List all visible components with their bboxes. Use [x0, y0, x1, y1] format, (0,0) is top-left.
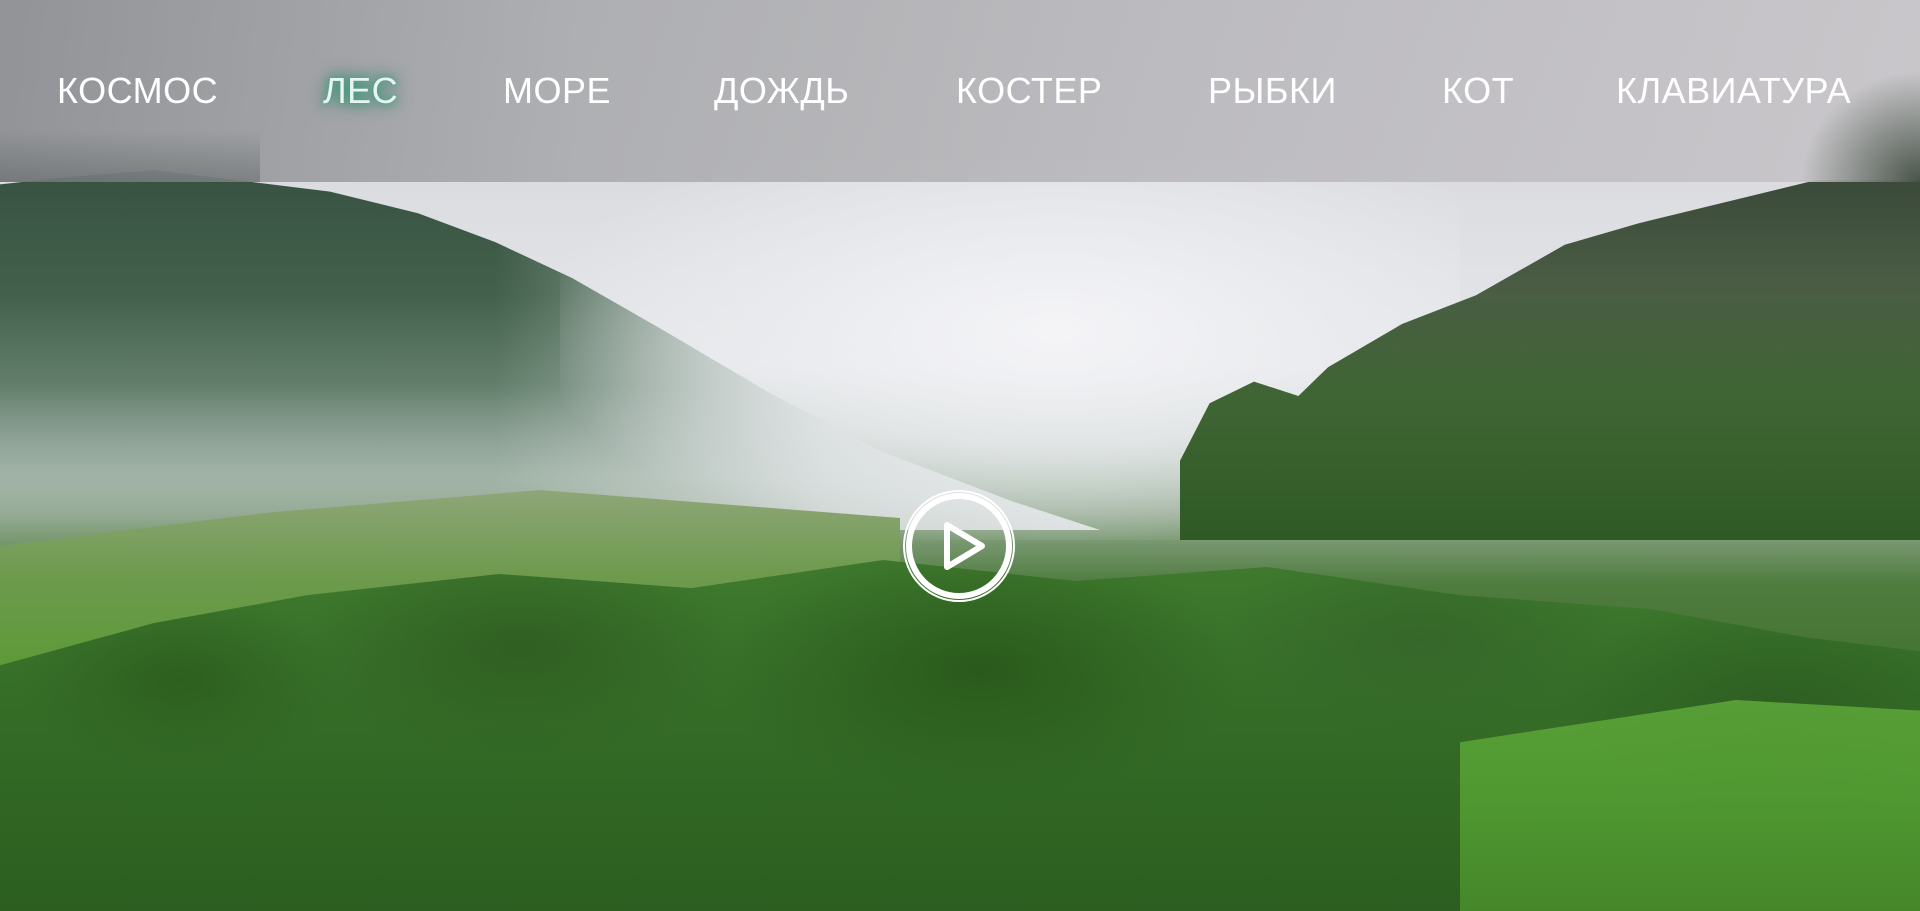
- scene-navigation: КОСМОС ЛЕС МОРЕ ДОЖДЬ КОСТЕР РЫБКИ КОТ К…: [0, 0, 1920, 182]
- nav-item-more[interactable]: МОРЕ: [503, 70, 611, 112]
- play-icon: [903, 490, 1015, 602]
- nav-item-koster[interactable]: КОСТЕР: [956, 70, 1102, 112]
- nav-item-les[interactable]: ЛЕС: [323, 70, 398, 112]
- nav-item-kosmos[interactable]: КОСМОС: [57, 70, 218, 112]
- meadow-right: [1460, 700, 1920, 911]
- top-navigation-bar: КОСМОС ЛЕС МОРЕ ДОЖДЬ КОСТЕР РЫБКИ КОТ К…: [0, 0, 1920, 182]
- nav-item-kot[interactable]: КОТ: [1442, 70, 1514, 112]
- nav-item-klaviatura[interactable]: КЛАВИАТУРА: [1616, 70, 1851, 112]
- nav-item-dozhd[interactable]: ДОЖДЬ: [714, 70, 849, 112]
- nav-item-rybki[interactable]: РЫБКИ: [1208, 70, 1337, 112]
- play-button[interactable]: [902, 489, 1016, 603]
- page: КОСМОС ЛЕС МОРЕ ДОЖДЬ КОСТЕР РЫБКИ КОТ К…: [0, 0, 1920, 911]
